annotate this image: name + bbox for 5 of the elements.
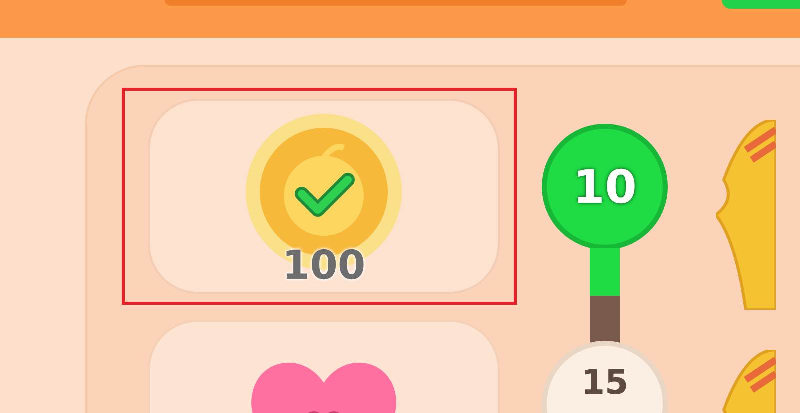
reward-card[interactable]: 100 (148, 99, 500, 294)
reward-amount: 100 (281, 246, 367, 286)
gift-box-icon (716, 120, 776, 310)
milestone-number: 10 (572, 164, 637, 210)
milestone-number: 15 (581, 366, 629, 400)
